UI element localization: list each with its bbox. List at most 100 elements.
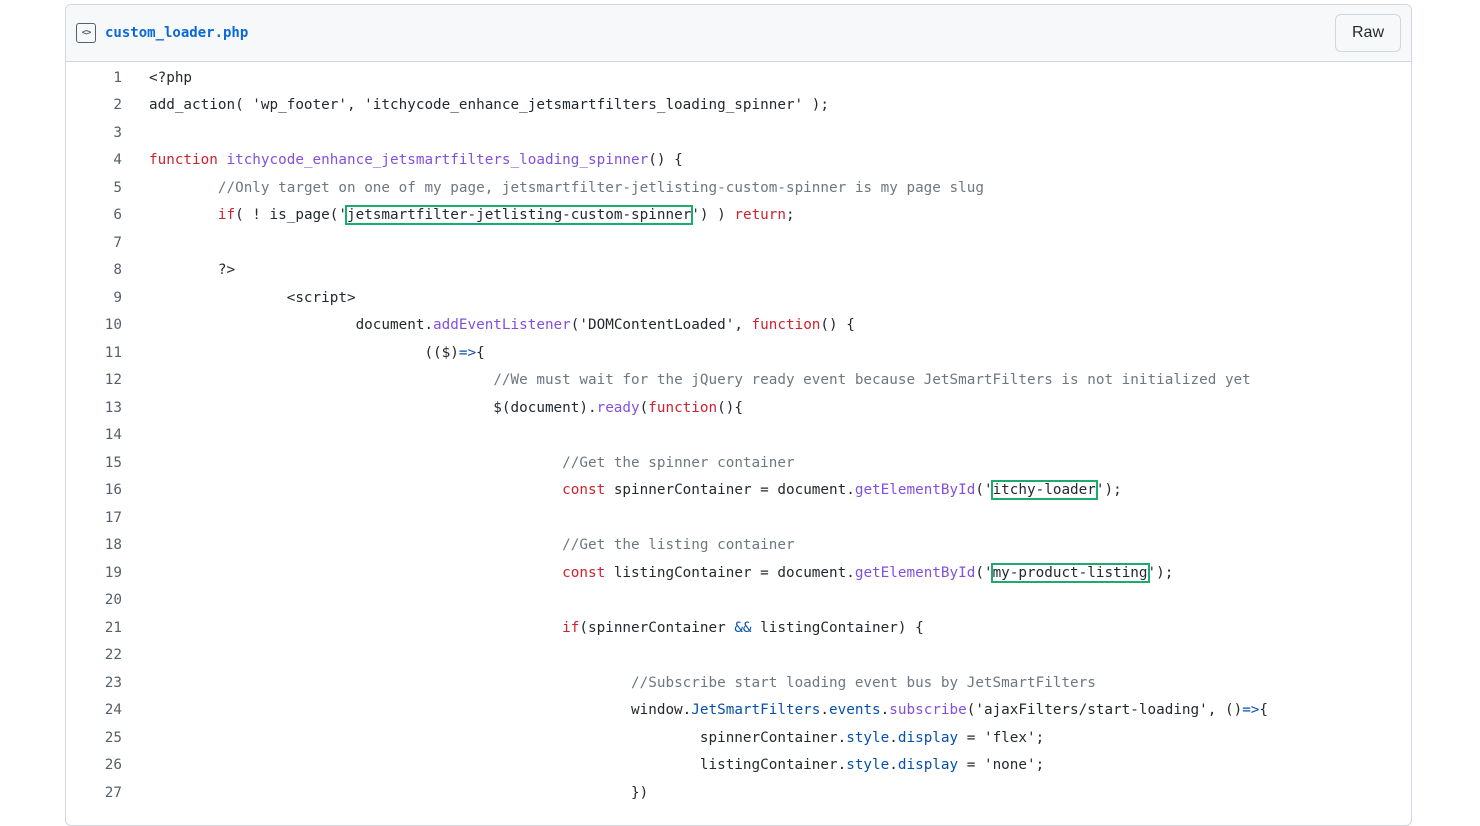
line-number: 19: [104, 564, 122, 581]
code-text: (($)=>{: [149, 345, 1411, 361]
code-text: //Only target on one of my page, jetsmar…: [149, 180, 1411, 196]
code-text: const listingContainer = document.getEle…: [149, 562, 1411, 583]
line-number: 21: [104, 619, 122, 636]
line-number: 20: [104, 592, 122, 609]
code-token: (spinnerContainer: [579, 619, 735, 636]
line-number: 4: [113, 152, 122, 169]
code-token: itchycode_enhance_jetsmartfilters_loadin…: [226, 152, 649, 169]
code-line: 11 (($)=>{: [66, 339, 1411, 367]
code-token: .: [820, 702, 830, 719]
code-line: 20: [66, 587, 1411, 615]
code-text: //Get the listing container: [149, 537, 1411, 553]
code-token: window.: [149, 702, 692, 719]
code-token: //We must wait for the jQuery ready even…: [493, 372, 1251, 389]
code-line: 3: [66, 119, 1411, 147]
line-number: 22: [104, 647, 122, 664]
code-token: listingContainer) {: [751, 619, 924, 636]
line-number: 14: [104, 427, 122, 444]
code-text: }): [149, 785, 1411, 801]
code-token: (: [639, 399, 649, 416]
code-token: (($): [149, 344, 459, 361]
code-token: //Subscribe start loading event bus by J…: [631, 674, 1096, 691]
code-token: subscribe: [889, 702, 967, 719]
code-token: ');: [1095, 482, 1122, 499]
file-name-link[interactable]: custom_loader.php: [105, 25, 248, 41]
code-line: 8 ?>: [66, 257, 1411, 285]
gist-file-card: <> custom_loader.php Raw 1 <?php 2 add_acti…: [65, 4, 1412, 826]
code-token: &&: [734, 619, 752, 636]
code-token: {: [1259, 702, 1269, 719]
code-token: ('DOMContentLoaded',: [570, 317, 752, 334]
code-token: display: [897, 757, 959, 774]
code-line: 24 window.JetSmartFilters.events.subscri…: [66, 697, 1411, 725]
code-text: function itchycode_enhance_jetsmartfilte…: [149, 152, 1411, 168]
line-number: 1: [113, 69, 122, 86]
highlighted-token: jetsmartfilter-jetlisting-custom-spinner: [344, 205, 694, 226]
code-token: }): [149, 784, 649, 801]
code-token: display: [897, 729, 959, 746]
code-token: spinnerContainer.: [149, 729, 847, 746]
code-token: const: [562, 564, 606, 581]
code-token: //Only target on one of my page, jetsmar…: [217, 179, 984, 196]
code-token: ready: [596, 399, 640, 416]
line-number: 10: [104, 317, 122, 334]
code-token: add_action( 'wp_footer', 'itchycode_enha…: [149, 97, 829, 114]
code-line: 25 spinnerContainer.style.display = 'fle…: [66, 724, 1411, 752]
code-token: (': [975, 482, 993, 499]
code-token: <?php: [149, 69, 193, 86]
code-text: //Subscribe start loading event bus by J…: [149, 675, 1411, 691]
code-token: JetSmartFilters: [691, 702, 821, 719]
line-number: 16: [104, 482, 122, 499]
code-token: () {: [820, 317, 855, 334]
code-text: ?>: [149, 262, 1411, 278]
code-line: 16 const spinnerContainer = document.get…: [66, 477, 1411, 505]
code-token: $(document).: [149, 399, 597, 416]
code-text: const spinnerContainer = document.getEle…: [149, 480, 1411, 501]
file-header: <> custom_loader.php Raw: [66, 5, 1411, 62]
code-token: //Get the listing container: [562, 537, 795, 554]
code-text: //We must wait for the jQuery ready even…: [149, 372, 1411, 388]
raw-button[interactable]: Raw: [1334, 14, 1401, 52]
code-token: getElementById: [854, 564, 976, 581]
code-token: listingContainer = document.: [605, 564, 855, 581]
line-number: 27: [104, 784, 122, 801]
code-token: if: [562, 619, 580, 636]
code-token: listingContainer.: [149, 757, 847, 774]
code-token: = 'flex';: [958, 729, 1045, 746]
line-number: 24: [104, 702, 122, 719]
code-line: 1 <?php: [66, 64, 1411, 92]
code-token: style: [846, 729, 890, 746]
code-token: (){: [717, 399, 743, 416]
code-token: document.: [149, 317, 434, 334]
code-line: 2 add_action( 'wp_footer', 'itchycode_enh…: [66, 92, 1411, 120]
code-text: if( ! is_page('jetsmartfilter-jetlisting…: [149, 205, 1411, 226]
code-line: 26 listingContainer.style.display = 'non…: [66, 752, 1411, 780]
code-token: =>: [1242, 702, 1260, 719]
code-token: .: [889, 757, 898, 774]
code-token: events: [829, 702, 881, 719]
line-number: 13: [104, 399, 122, 416]
line-number: 11: [104, 344, 122, 361]
code-token: style: [846, 757, 890, 774]
code-token: ') ): [691, 207, 735, 224]
code-view: 1 <?php 2 add_action( 'wp_footer', 'itchyco…: [66, 62, 1411, 807]
code-token: addEventListener: [433, 317, 571, 334]
code-line: 19 const listingContainer = document.get…: [66, 559, 1411, 587]
code-token: = 'none';: [958, 757, 1045, 774]
code-text: if(spinnerContainer && listingContainer)…: [149, 620, 1411, 636]
line-number: 12: [104, 372, 122, 389]
code-text: listingContainer.style.display = 'none';: [149, 757, 1411, 773]
code-token: <script>: [149, 289, 356, 306]
line-number: 8: [113, 262, 122, 279]
code-token: //Get the spinner container: [562, 454, 795, 471]
code-line: 4 function itchycode_enhance_jetsmartfilt…: [66, 147, 1411, 175]
code-line: 21 if(spinnerContainer && listingContain…: [66, 614, 1411, 642]
line-number: 25: [104, 729, 122, 746]
